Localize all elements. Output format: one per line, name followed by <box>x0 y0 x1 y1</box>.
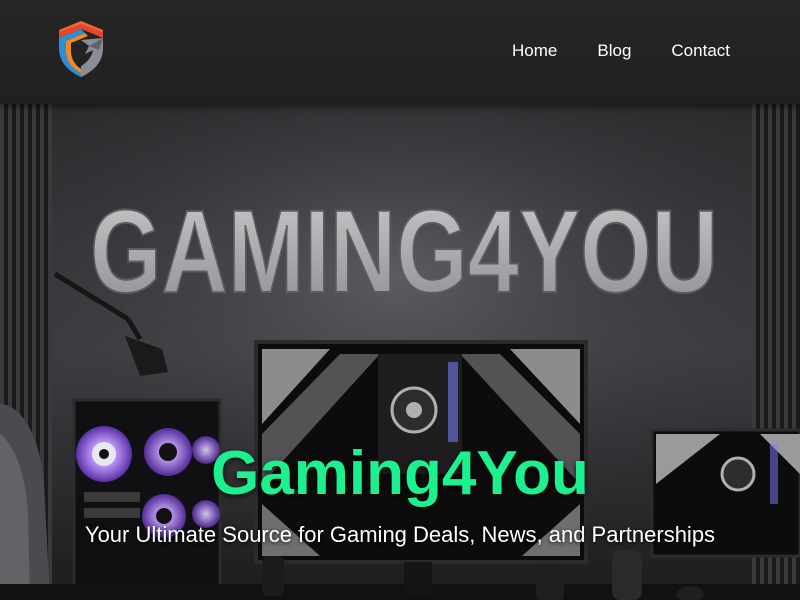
hero-title: Gaming4You <box>211 439 589 508</box>
nav-home-link[interactable]: Home <box>512 40 557 62</box>
wall-sign-text: GAMING4YOU <box>90 186 718 318</box>
main-nav: Home Blog Contact <box>512 40 730 62</box>
site-header: Home Blog Contact <box>0 0 800 104</box>
nav-blog-link[interactable]: Blog <box>597 40 631 62</box>
shield-logo-icon <box>59 21 103 77</box>
hero-subtitle: Your Ultimate Source for Gaming Deals, N… <box>84 522 716 547</box>
nav-contact-link[interactable]: Contact <box>671 40 730 62</box>
site-logo-link[interactable] <box>55 20 107 78</box>
hero-section: GAMING4YOU Gaming4You Your Ultimate Sour… <box>0 104 800 600</box>
